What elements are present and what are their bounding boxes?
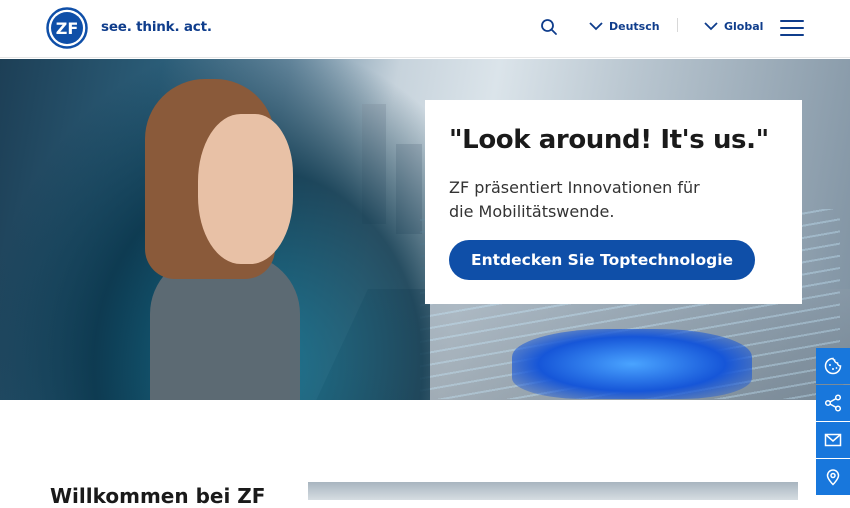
tagline: see. think. act. <box>101 19 212 35</box>
logo-text: ZF <box>56 19 79 38</box>
side-toolbar <box>816 348 850 496</box>
share-icon <box>824 394 842 412</box>
cookie-icon <box>824 357 842 375</box>
cookie-settings-button[interactable] <box>816 348 850 384</box>
zf-logo[interactable]: ZF <box>46 7 88 49</box>
menu-icon[interactable] <box>780 20 804 38</box>
site-header: ZF see. think. act. Deutsch Global <box>0 0 850 58</box>
contact-mail-button[interactable] <box>816 422 850 458</box>
woman-face <box>198 114 293 264</box>
hero-banner: "Look around! It's us." ZF präsentiert I… <box>0 59 850 400</box>
glowing-car <box>512 329 752 399</box>
header-divider <box>677 18 678 32</box>
welcome-heading: Willkommen bei ZF <box>50 484 266 508</box>
hero-title: "Look around! It's us." <box>449 125 769 155</box>
chevron-down-icon <box>589 22 603 31</box>
language-selector[interactable]: Deutsch <box>589 20 660 33</box>
language-label: Deutsch <box>609 20 660 33</box>
search-icon[interactable] <box>540 18 558 36</box>
discover-technology-button[interactable]: Entdecken Sie Toptechnologie <box>449 240 756 280</box>
chevron-down-icon <box>704 22 718 31</box>
hero-text: ZF präsentiert Innovationen für die Mobi… <box>449 178 700 221</box>
locations-button[interactable] <box>816 459 850 495</box>
hero-card: "Look around! It's us." ZF präsentiert I… <box>425 100 802 304</box>
region-label: Global <box>724 20 764 33</box>
location-icon <box>826 469 840 486</box>
mail-icon <box>824 433 842 447</box>
region-selector[interactable]: Global <box>704 20 763 33</box>
share-button[interactable] <box>816 385 850 421</box>
content-image <box>308 482 798 500</box>
